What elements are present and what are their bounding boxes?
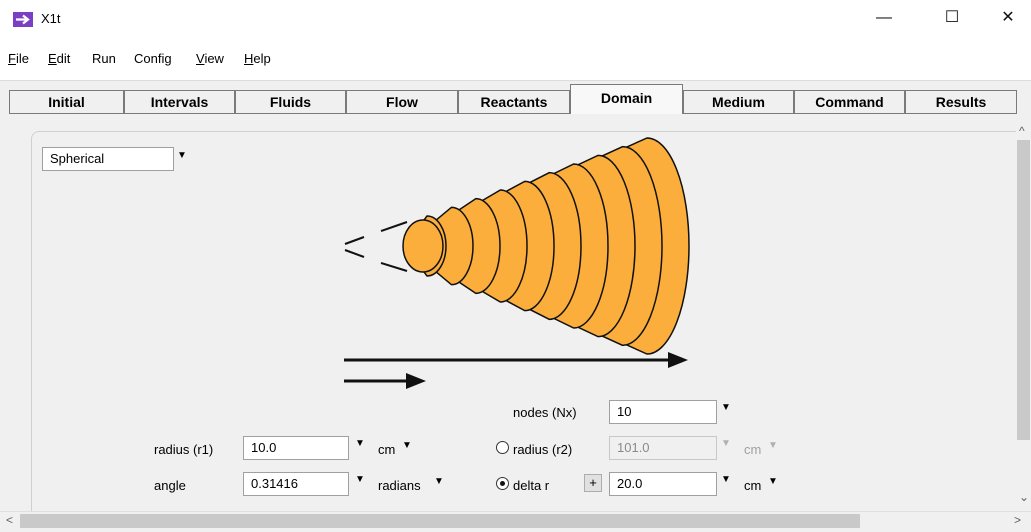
window-title: X1t bbox=[41, 11, 61, 26]
angle-unit[interactable]: radians bbox=[378, 478, 421, 493]
geometry-dropdown-arrow-icon[interactable]: ▼ bbox=[177, 150, 187, 161]
nodes-input[interactable]: 10 bbox=[609, 400, 717, 424]
tab-divider bbox=[9, 113, 1017, 114]
geometry-select[interactable]: Spherical bbox=[42, 147, 174, 171]
tab-results[interactable]: Results bbox=[905, 90, 1017, 113]
menu-bar: File Edit Run Config View Help bbox=[0, 48, 1031, 70]
menu-view[interactable]: View bbox=[196, 51, 224, 66]
tab-command[interactable]: Command bbox=[794, 90, 905, 113]
radius-r2-dropdown-arrow-icon: ▼ bbox=[721, 438, 731, 449]
flow-arrow-small bbox=[344, 373, 426, 389]
domain-shells bbox=[402, 137, 690, 355]
scroll-up-icon[interactable]: ^ bbox=[1019, 124, 1025, 138]
radius-r2-input: 101.0 bbox=[609, 436, 717, 460]
delta-r-unit-arrow-icon[interactable]: ▼ bbox=[768, 476, 778, 487]
tab-strip: Initial Intervals Fluids Flow Reactants … bbox=[0, 80, 1031, 121]
tab-medium[interactable]: Medium bbox=[683, 90, 794, 113]
delta-r-input[interactable]: 20.0 bbox=[609, 472, 717, 496]
spherical-domain-diagram bbox=[344, 137, 690, 389]
radius-r1-input[interactable]: 10.0 bbox=[243, 436, 349, 460]
minimize-button[interactable]: — bbox=[861, 0, 907, 36]
radius-r2-unit-arrow-icon: ▼ bbox=[768, 440, 778, 451]
tab-initial[interactable]: Initial bbox=[9, 90, 124, 113]
angle-unit-arrow-icon[interactable]: ▼ bbox=[434, 476, 444, 487]
menu-config[interactable]: Config bbox=[134, 51, 172, 66]
maximize-button[interactable]: ☐ bbox=[929, 0, 975, 36]
delta-r-radio[interactable] bbox=[496, 477, 509, 490]
angle-dropdown-arrow-icon[interactable]: ▼ bbox=[355, 474, 365, 485]
nodes-label: nodes (Nx) bbox=[513, 405, 577, 420]
tab-flow[interactable]: Flow bbox=[346, 90, 458, 113]
angle-input[interactable]: 0.31416 bbox=[243, 472, 349, 496]
delta-r-label: delta r bbox=[513, 478, 550, 493]
inner-shell bbox=[402, 219, 444, 273]
menu-help[interactable]: Help bbox=[244, 51, 271, 66]
nodes-dropdown-arrow-icon[interactable]: ▼ bbox=[721, 402, 731, 413]
vertical-scroll-thumb[interactable] bbox=[1017, 140, 1030, 440]
horizontal-scroll-thumb[interactable] bbox=[20, 514, 860, 528]
tab-fluids[interactable]: Fluids bbox=[235, 90, 346, 113]
radius-r1-label: radius (r1) bbox=[154, 442, 214, 457]
flow-arrow bbox=[344, 352, 688, 368]
menu-run[interactable]: Run bbox=[92, 51, 116, 66]
scroll-left-icon[interactable]: < bbox=[6, 513, 13, 527]
delta-r-unit[interactable]: cm bbox=[744, 478, 761, 493]
menu-file[interactable]: File bbox=[8, 51, 29, 66]
app-arrow-icon bbox=[13, 12, 33, 27]
radius-r2-label: radius (r2) bbox=[513, 442, 573, 457]
radius-r1-unit[interactable]: cm bbox=[378, 442, 395, 457]
scroll-right-icon[interactable]: > bbox=[1014, 513, 1021, 527]
tab-reactants[interactable]: Reactants bbox=[458, 90, 570, 113]
delta-r-increment-button[interactable]: + bbox=[584, 474, 602, 492]
close-button[interactable]: ✕ bbox=[985, 0, 1031, 36]
cone-apex-lines bbox=[344, 221, 408, 272]
radius-r2-radio[interactable] bbox=[496, 441, 509, 454]
menu-edit[interactable]: Edit bbox=[48, 51, 70, 66]
tab-domain[interactable]: Domain bbox=[570, 84, 683, 114]
title-bar: X1t — ☐ ✕ bbox=[0, 0, 1031, 38]
delta-r-dropdown-arrow-icon[interactable]: ▼ bbox=[721, 474, 731, 485]
angle-label: angle bbox=[154, 478, 186, 493]
radius-r2-unit: cm bbox=[744, 442, 762, 457]
scroll-down-icon[interactable]: ⌄ bbox=[1019, 490, 1029, 504]
tab-intervals[interactable]: Intervals bbox=[124, 90, 235, 113]
radius-r1-dropdown-arrow-icon[interactable]: ▼ bbox=[355, 438, 365, 449]
radius-r1-unit-arrow-icon[interactable]: ▼ bbox=[402, 440, 412, 451]
